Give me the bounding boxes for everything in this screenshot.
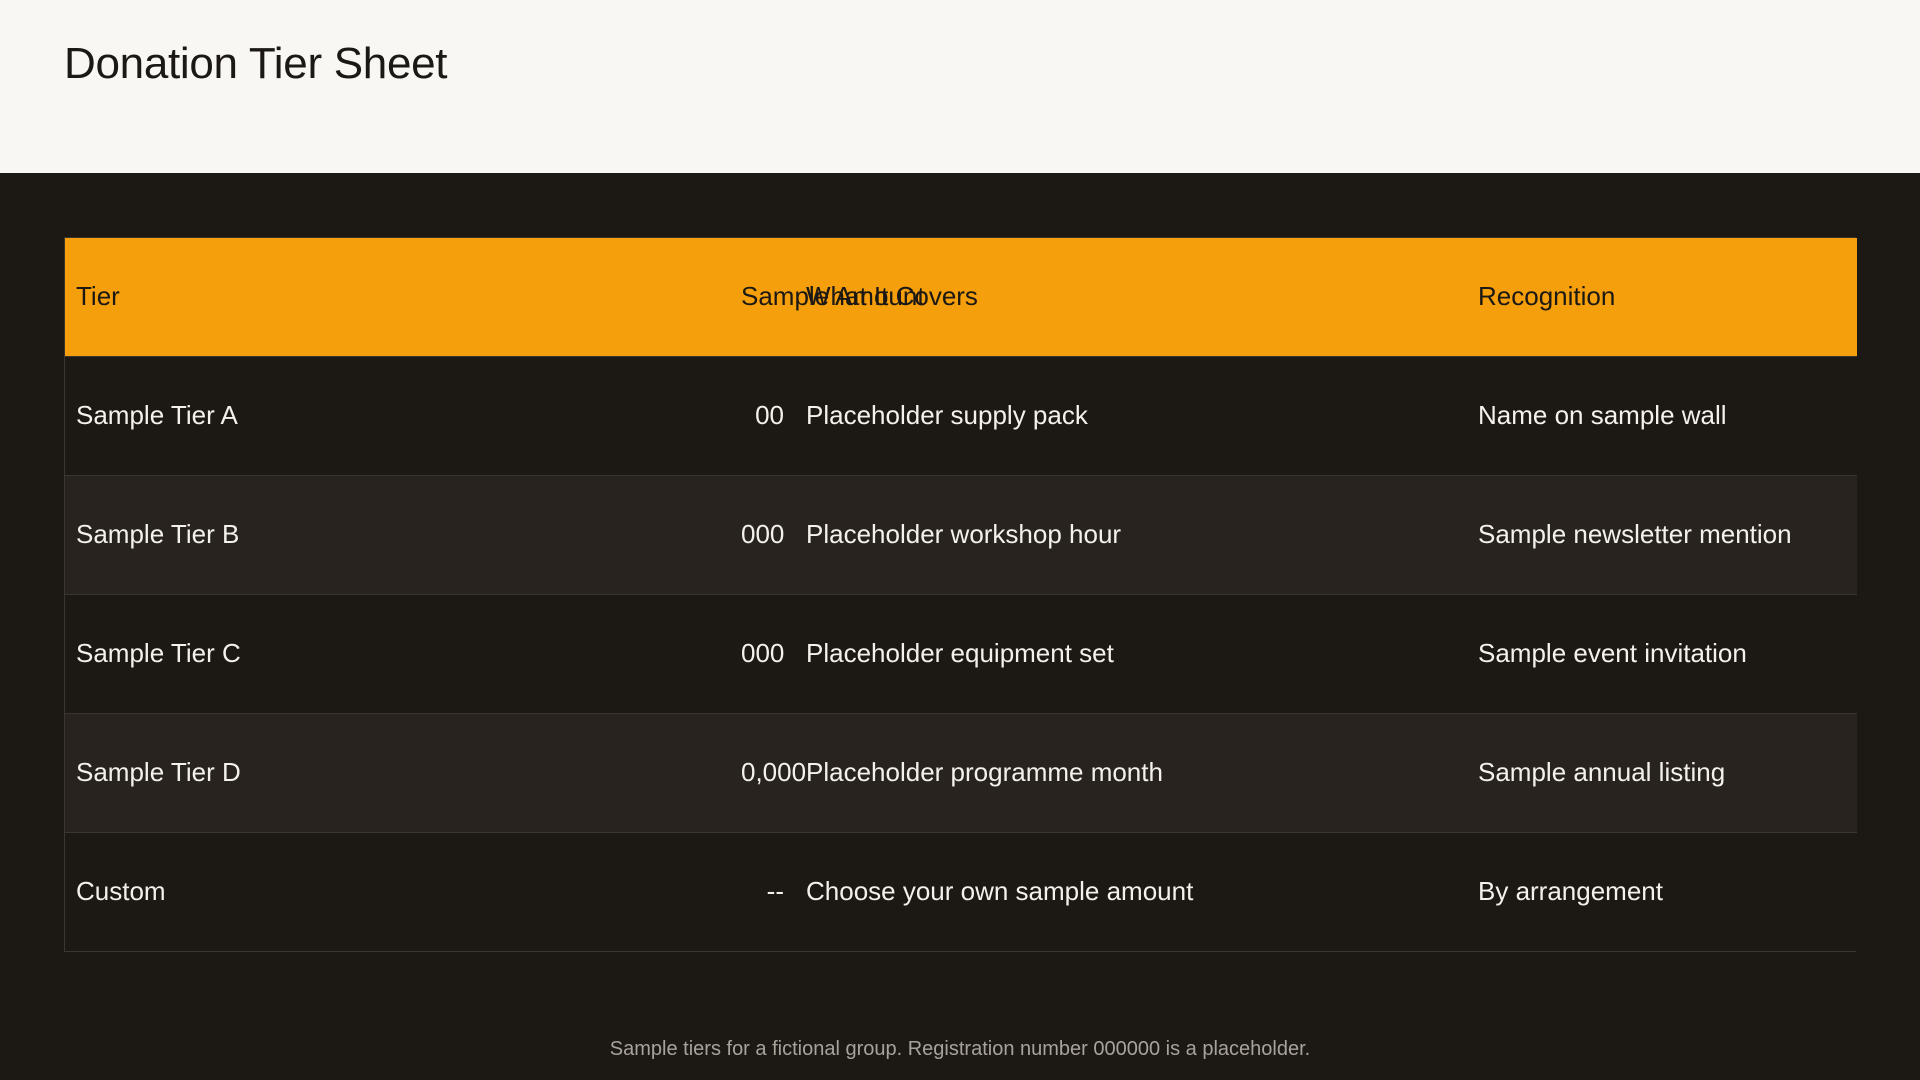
covers-cell: Placeholder workshop hour bbox=[806, 519, 1122, 549]
table-row: Sample Tier A 00 Placeholder supply pack… bbox=[65, 356, 1857, 475]
table-header-row: Tier Sample Amount What It Covers Recogn… bbox=[65, 238, 1857, 356]
amount-cell: 00 bbox=[755, 400, 784, 430]
amount-cell: 0,000 bbox=[741, 757, 807, 787]
tier-table-container: Tier Sample Amount What It Covers Recogn… bbox=[64, 237, 1857, 952]
tier-cell: Sample Tier B bbox=[76, 519, 240, 549]
tier-cell: Custom bbox=[76, 876, 166, 907]
recognition-cell: Sample annual listing bbox=[1478, 757, 1726, 787]
column-header-tier: Tier bbox=[76, 281, 120, 312]
covers-cell: Choose your own sample amount bbox=[806, 876, 1194, 907]
amount-cell: 000 bbox=[741, 519, 785, 549]
recognition-cell: Name on sample wall bbox=[1478, 400, 1727, 430]
covers-cell: Placeholder equipment set bbox=[806, 638, 1114, 668]
table-row: Custom -- Choose your own sample amount … bbox=[65, 832, 1857, 951]
table-row: Sample Tier C 000 Placeholder equipment … bbox=[65, 594, 1857, 713]
recognition-cell: Sample event invitation bbox=[1478, 638, 1747, 668]
tier-cell: Sample Tier C bbox=[76, 638, 241, 668]
tier-table: Tier Sample Amount What It Covers Recogn… bbox=[65, 238, 1857, 951]
column-header-recognition: Recognition bbox=[1478, 281, 1616, 312]
header-band: Donation Tier Sheet bbox=[0, 0, 1920, 173]
tier-cell: Sample Tier A bbox=[76, 400, 238, 430]
column-header-covers: What It Covers bbox=[806, 281, 978, 312]
covers-cell: Placeholder supply pack bbox=[806, 400, 1088, 430]
column-header-amount: Sample Amount bbox=[741, 281, 925, 312]
amount-cell: -- bbox=[766, 876, 784, 907]
recognition-cell: Sample newsletter mention bbox=[1478, 519, 1792, 549]
page-title: Donation Tier Sheet bbox=[64, 39, 448, 88]
table-row: Sample Tier B 000 Placeholder workshop h… bbox=[65, 475, 1857, 594]
footnote: Sample tiers for a fictional group. Regi… bbox=[609, 1038, 1311, 1060]
covers-cell: Placeholder programme month bbox=[806, 757, 1163, 787]
amount-cell: 000 bbox=[741, 638, 785, 668]
recognition-cell: By arrangement bbox=[1478, 876, 1663, 907]
tier-cell: Sample Tier D bbox=[76, 757, 241, 787]
table-row: Sample Tier D 0,000 Placeholder programm… bbox=[65, 713, 1857, 832]
